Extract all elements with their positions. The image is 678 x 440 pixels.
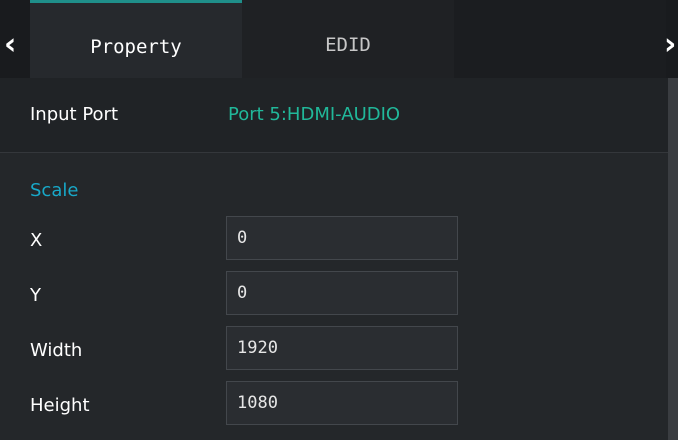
scale-x-label: X (30, 230, 43, 251)
scale-x-input[interactable] (226, 216, 458, 260)
scale-height-label: Height (30, 395, 90, 416)
chevron-left-icon[interactable]: ‹ (4, 30, 26, 60)
scale-width-label: Width (30, 340, 83, 361)
scale-height-input[interactable] (226, 381, 458, 425)
scale-section-title: Scale (30, 180, 79, 201)
tab-property[interactable]: Property (30, 0, 242, 78)
scale-y-input[interactable] (226, 271, 458, 315)
chevron-right-icon[interactable]: › (664, 30, 678, 60)
property-content: Input Port Port 5:HDMI-AUDIO Scale X Y W… (0, 78, 668, 440)
tab-bar: ‹ Property EDID › (0, 0, 678, 78)
scale-y-label: Y (30, 285, 41, 306)
input-port-label: Input Port (30, 104, 119, 125)
tab-edid[interactable]: EDID (242, 0, 454, 78)
input-port-value: Port 5:HDMI-AUDIO (228, 104, 401, 125)
scrollbar[interactable] (668, 78, 678, 440)
scale-width-input[interactable] (226, 326, 458, 370)
tab-empty-area (454, 0, 666, 78)
input-port-row: Input Port Port 5:HDMI-AUDIO (0, 78, 668, 153)
property-panel: ‹ Property EDID › Input Port Port 5:HDMI… (0, 0, 678, 440)
